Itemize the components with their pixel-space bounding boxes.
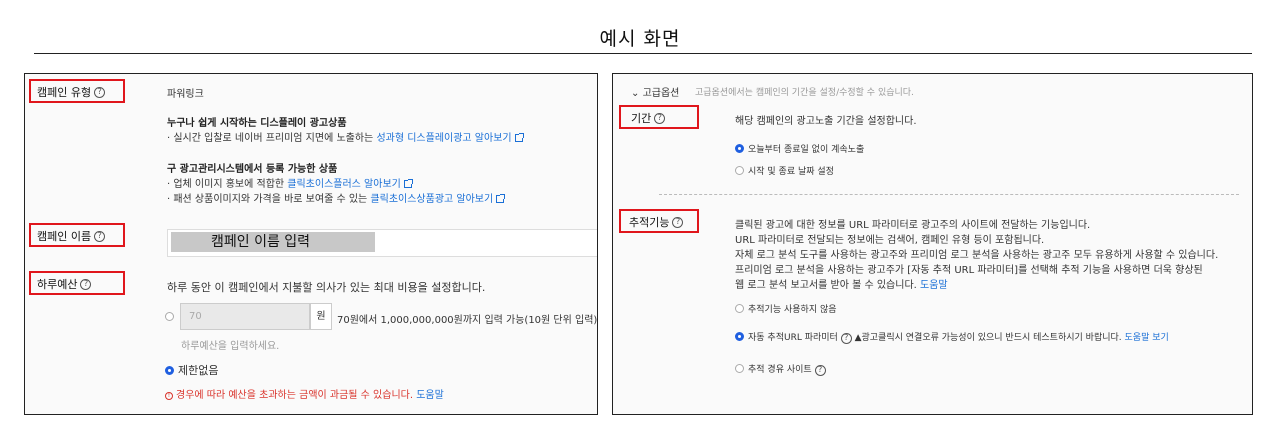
- campaign-type-label: 캠페인 유형 ?: [37, 84, 106, 100]
- campaign-name-label: 캠페인 이름 ?: [37, 228, 106, 244]
- advanced-options-toggle[interactable]: ⌄ 고급옵션: [631, 84, 679, 99]
- external-link-icon: [496, 194, 506, 203]
- help-icon[interactable]: ?: [814, 364, 826, 376]
- tracking-option-none[interactable]: 추적기능 사용하지 않음: [735, 302, 837, 315]
- tracking-auto-help-link[interactable]: 도움말 보기: [1125, 333, 1169, 343]
- period-desc: 해당 캠페인의 광고노출 기간을 설정합니다.: [735, 116, 917, 127]
- daily-budget-desc: 하루 동안 이 캠페인에서 지불할 의사가 있는 최대 비용을 설정합니다.: [167, 281, 486, 294]
- budget-range-hint: 70원에서 1,000,000,000원까지 입력 가능(10원 단위 입력): [337, 315, 598, 326]
- tracking-option-site[interactable]: 추적 경유 사이트 ?: [735, 362, 826, 376]
- budget-warning: ! 경우에 따라 예산을 초과하는 금액이 과금될 수 있습니다. 도움말: [165, 386, 444, 401]
- campaign-name-placeholder: 캠페인 이름 입력: [171, 232, 375, 252]
- external-link-icon: [514, 133, 524, 142]
- budget-amount-radio[interactable]: [165, 311, 178, 323]
- display-ad-title: 누구나 쉽게 시작하는 디스플레이 광고상품: [167, 118, 347, 129]
- clickchoice-product-link[interactable]: 클릭초이스상품광고 알아보기: [370, 194, 493, 205]
- help-icon[interactable]: ?: [94, 86, 106, 98]
- help-icon[interactable]: ?: [94, 230, 106, 242]
- period-label: 기간 ?: [631, 110, 666, 126]
- display-ad-desc: · 실시간 입찰로 네이버 프리미엄 지면에 노출하는 성과형 디스플레이광고 …: [167, 129, 524, 144]
- period-option-continuous[interactable]: 오늘부터 종료일 없이 계속노출: [735, 142, 864, 155]
- tracking-help-link[interactable]: 도움말: [920, 280, 948, 291]
- tracking-desc-2: URL 파라미터로 전달되는 정보에는 검색어, 캠페인 유형 등이 포함됩니다…: [735, 235, 1045, 246]
- budget-unit: 원: [310, 303, 332, 330]
- help-icon[interactable]: ?: [654, 112, 666, 124]
- help-icon[interactable]: ?: [672, 216, 684, 228]
- budget-input-hint: 하루예산을 입력하세요.: [181, 341, 280, 352]
- title-divider: [34, 53, 1252, 54]
- tracking-desc-4: 프리미엄 로그 분석을 사용하는 광고주가 [자동 추적 URL 파라미터]를 …: [735, 265, 1203, 276]
- right-panel: ⌄ 고급옵션 고급옵션에서는 캠페인의 기간을 설정/수정할 수 있습니다. 기…: [612, 73, 1253, 415]
- budget-unlimited-option[interactable]: 제한없음: [165, 362, 218, 378]
- section-divider: [659, 194, 1239, 195]
- tracking-label: 추적기능 ?: [629, 214, 684, 230]
- tracking-desc-1: 클릭된 광고에 대한 정보를 URL 파라미터로 광고주의 사이트에 전달하는 …: [735, 220, 1091, 231]
- advanced-options-hint: 고급옵션에서는 캠페인의 기간을 설정/수정할 수 있습니다.: [695, 88, 914, 98]
- budget-amount-input[interactable]: 70: [180, 303, 310, 330]
- clickchoice-plus-link[interactable]: 클릭초이스플러스 알아보기: [287, 179, 401, 190]
- legacy-product-2: · 패션 상품이미지와 가격을 바로 보여줄 수 있는 클릭초이스상품광고 알아…: [167, 190, 506, 205]
- tracking-desc-5: 웹 로그 분석 보고서를 받아 볼 수 있습니다. 도움말: [735, 280, 948, 291]
- legacy-products-title: 구 광고관리시스템에서 등록 가능한 상품: [167, 164, 338, 175]
- help-icon[interactable]: ?: [840, 332, 852, 344]
- left-panel: 캠페인 유형 ? 파워링크 누구나 쉽게 시작하는 디스플레이 광고상품 · 실…: [24, 73, 598, 415]
- chevron-down-icon: ⌄: [631, 88, 640, 99]
- tracking-desc-3: 자체 로그 분석 도구를 사용하는 광고주와 프리미엄 로그 분석을 사용하는 …: [735, 250, 1219, 261]
- page-title: 예시 화면: [599, 28, 681, 50]
- warning-icon: !: [165, 391, 173, 400]
- display-ad-link[interactable]: 성과형 디스플레이광고 알아보기: [376, 133, 511, 144]
- tracking-option-auto[interactable]: 자동 추적URL 파라미터 ? ▲광고클릭시 연결오류 가능성이 있으니 반드시…: [735, 330, 1169, 344]
- period-option-dates[interactable]: 시작 및 종료 날짜 설정: [735, 164, 834, 177]
- campaign-type-value: 파워링크: [167, 89, 204, 100]
- external-link-icon: [403, 179, 413, 188]
- legacy-product-1: · 업체 이미지 홍보에 적합한 클릭초이스플러스 알아보기: [167, 175, 413, 190]
- budget-help-link[interactable]: 도움말: [416, 390, 444, 401]
- help-icon[interactable]: ?: [80, 278, 92, 290]
- daily-budget-label: 하루예산 ?: [37, 276, 92, 292]
